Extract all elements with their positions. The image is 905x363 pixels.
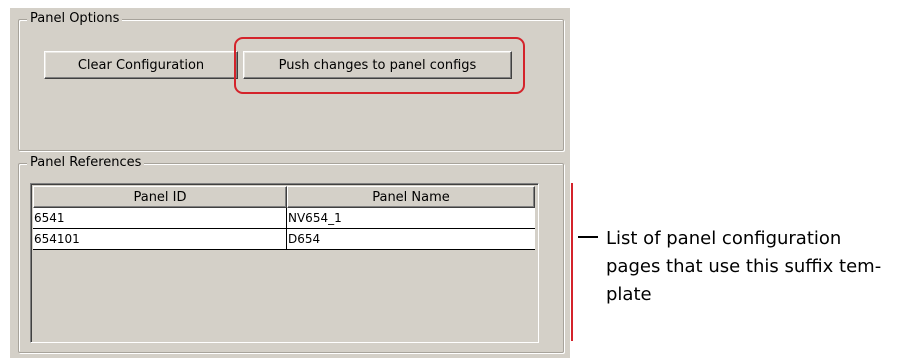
panel-id-cell: 6541 [33,208,287,228]
callout-line-3: plate [606,284,652,305]
column-header-panel-name[interactable]: Panel Name [287,186,535,208]
callout-bracket-line [571,183,573,341]
push-changes-button[interactable]: Push changes to panel configs [243,51,512,79]
callout-pointer-line [578,236,598,238]
table-header: Panel ID Panel Name [33,186,535,208]
callout-annotation: List of panel configuration pages that u… [606,225,896,309]
column-header-panel-id[interactable]: Panel ID [33,186,287,208]
panel-name-cell: NV654_1 [288,211,342,225]
panel-name-cell: D654 [288,232,321,246]
panel-options-group: Panel Options [18,11,564,151]
clear-configuration-button[interactable]: Clear Configuration [44,51,238,79]
callout-line-2: pages that use this suffix tem- [606,256,882,277]
table-row[interactable]: 6541 NV654_1 [33,208,535,229]
table-row[interactable]: 654101 D654 [33,229,535,250]
panel-references-legend: Panel References [27,155,145,171]
panel-references-table[interactable]: Panel ID Panel Name 6541 NV654_1 654101 … [30,183,539,343]
panel-id-cell: 654101 [33,229,287,249]
callout-line-1: List of panel configuration [606,228,842,249]
panel-options-legend: Panel Options [27,11,123,27]
